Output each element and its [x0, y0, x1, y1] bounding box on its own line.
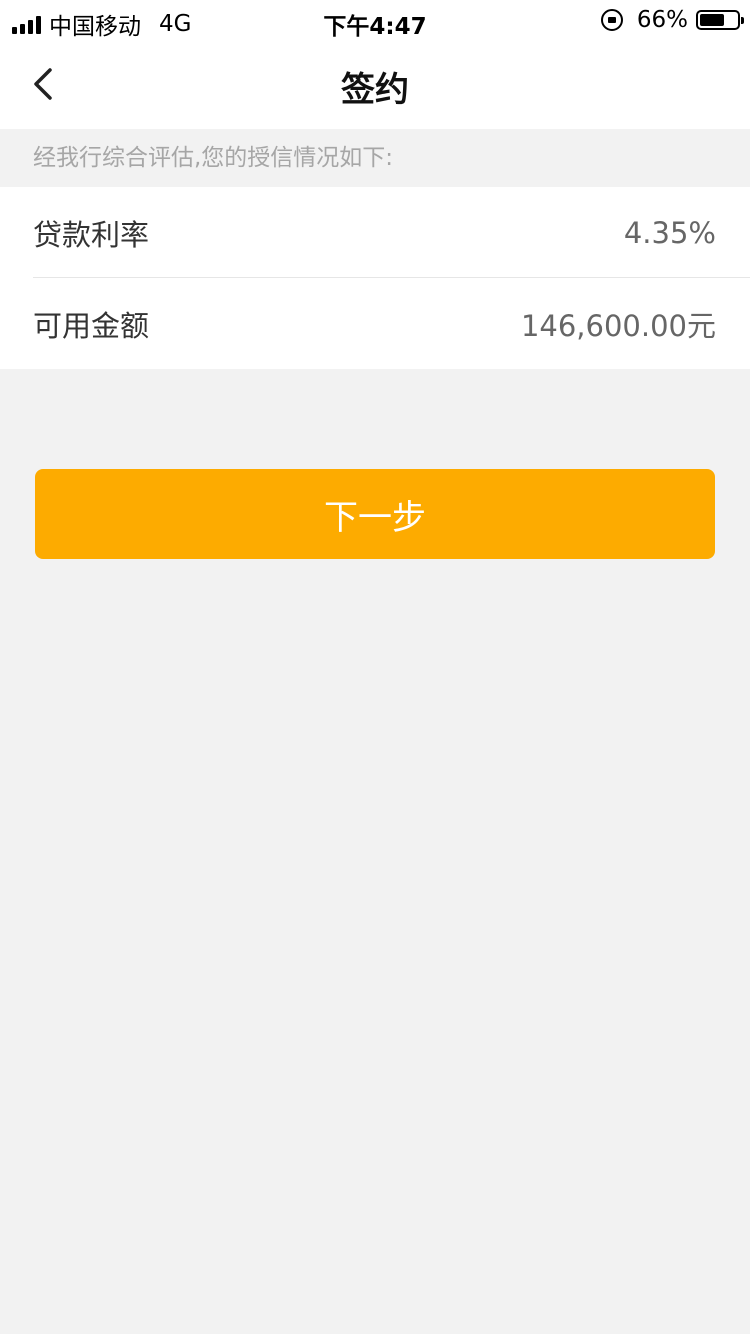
battery-percent: 66%	[636, 7, 688, 33]
available-amount-label: 可用金额	[33, 308, 150, 343]
next-step-button[interactable]: 下一步	[35, 469, 715, 559]
interest-rate-label: 贷款利率	[33, 217, 150, 252]
page-title: 签约	[341, 70, 409, 110]
status-right: 66%	[600, 7, 744, 33]
status-bar: 中国移动 4G 下午4:47 66%	[0, 0, 750, 40]
available-amount-value: 146,600.00元	[520, 308, 716, 343]
battery-icon	[696, 10, 744, 30]
battery-fill	[700, 14, 724, 26]
credit-info-card: 贷款利率 4.35% 可用金额 146,600.00元	[0, 187, 750, 369]
nav-bar: 签约	[0, 40, 750, 129]
info-row-available-amount: 可用金额 146,600.00元	[0, 278, 750, 369]
info-row-interest-rate: 贷款利率 4.35%	[0, 187, 750, 278]
rotation-lock-icon	[600, 9, 623, 31]
credit-notice: 经我行综合评估,您的授信情况如下:	[0, 129, 750, 187]
interest-rate-value: 4.35%	[623, 215, 716, 250]
